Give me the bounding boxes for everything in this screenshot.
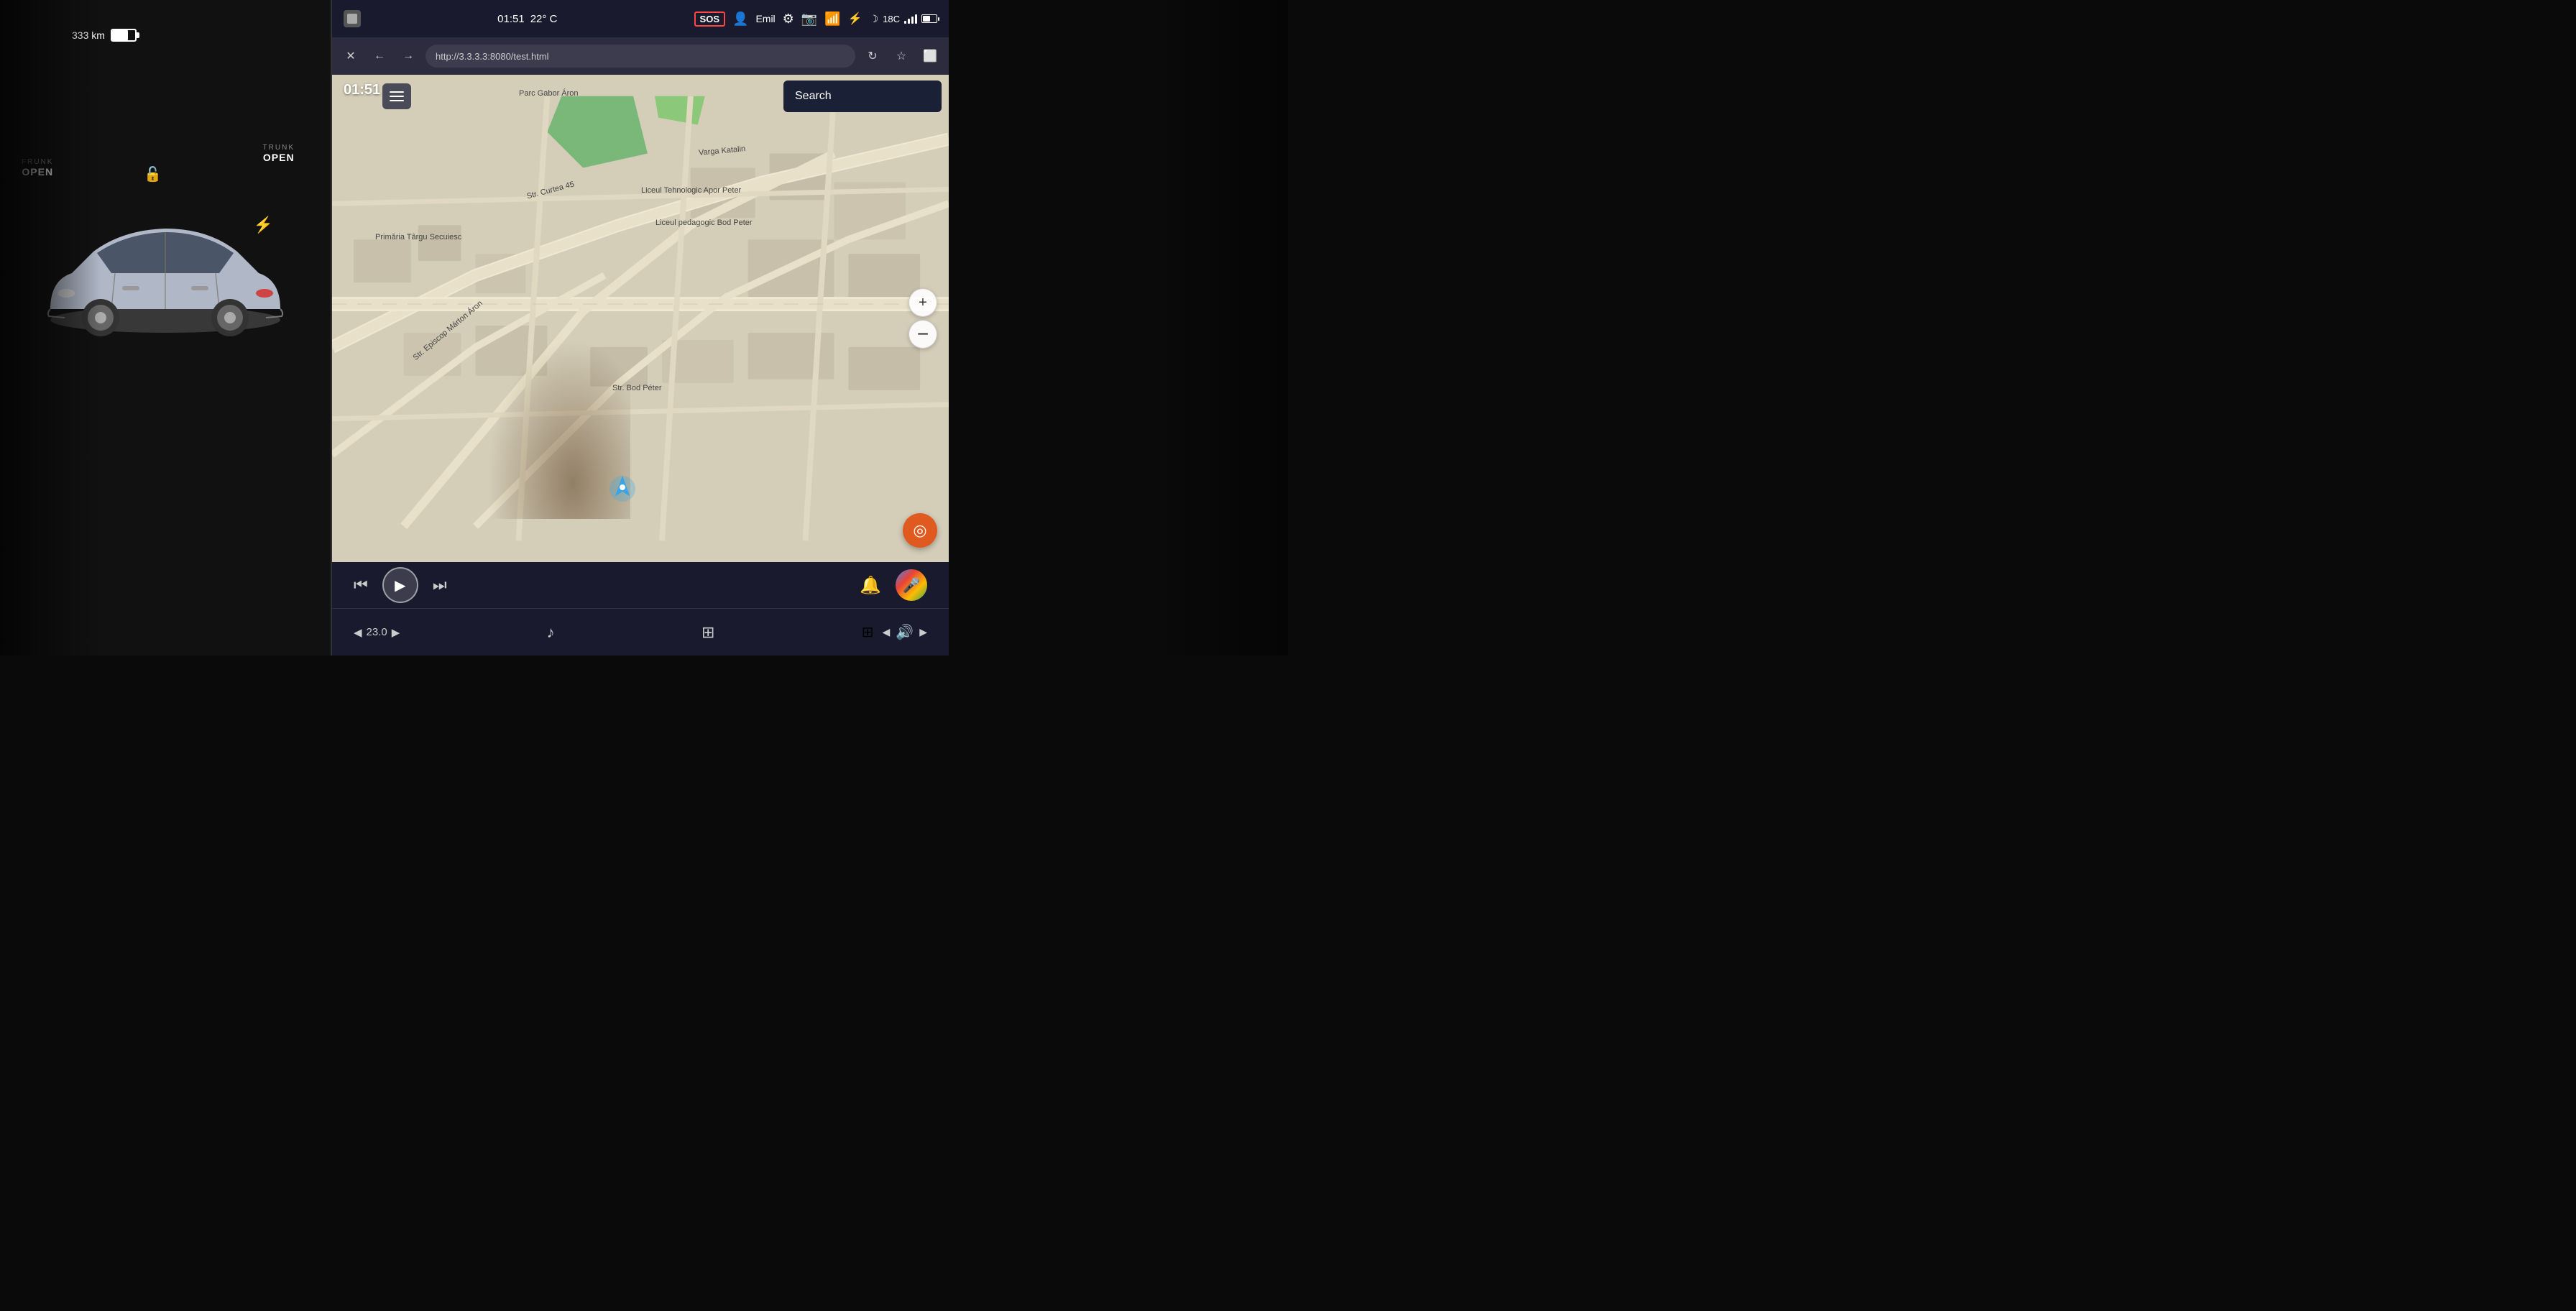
vol-right-icon: ▶: [919, 626, 927, 638]
hamburger-line-3: [390, 100, 404, 101]
frunk-label: FRUNK: [22, 158, 53, 166]
trunk-open: OPEN: [263, 152, 295, 163]
media-controls: ⏮ ▶ ⏭: [354, 567, 447, 603]
media-row: ⏮ ▶ ⏭ 🔔 🎤: [332, 562, 949, 609]
user-name: Emil: [755, 13, 775, 24]
music-note-icon: ♪: [547, 623, 555, 642]
location-button[interactable]: ◎: [903, 513, 937, 548]
temp-left-arrow[interactable]: ◀: [354, 626, 362, 639]
windshield-button[interactable]: ⊞: [702, 623, 714, 642]
street-label-bod: Str. Bod Péter: [612, 384, 661, 392]
vol-control: ◀ 🔊 ▶: [883, 623, 927, 641]
trunk-status: TRUNK OPEN: [263, 144, 295, 163]
screenshot-button[interactable]: ⬜: [919, 45, 942, 68]
camera-icon[interactable]: 📷: [801, 12, 817, 27]
play-button[interactable]: ▶: [382, 567, 418, 603]
vol-left-icon: ◀: [883, 626, 891, 638]
trunk-label: TRUNK: [263, 144, 295, 152]
map-roads-svg: [332, 75, 949, 562]
url-text: http://3.3.3.3:8080/test.html: [436, 51, 549, 62]
poi-liceul-ped: Liceul pedagogic Bod Peter: [656, 218, 753, 227]
map-search-box[interactable]: Search: [783, 80, 942, 112]
dark-overlay-right: [1144, 0, 1288, 656]
hamburger-line-1: [390, 91, 404, 93]
frunk-open: OPEN: [22, 166, 53, 178]
bluetooth-icon: ⚡: [848, 12, 862, 26]
mic-button[interactable]: 🎤: [896, 569, 927, 601]
browser-tab-icon: [344, 10, 361, 27]
temp-value-display: 23.0: [367, 626, 387, 638]
mobile-status: ☽ 18C: [870, 13, 937, 25]
statusbar-time: 01:51 22° C: [497, 13, 557, 25]
temp-right-arrow[interactable]: ▶: [392, 626, 400, 639]
battery-icon: [111, 29, 137, 42]
volume-control: ⊞ ◀ 🔊 ▶: [862, 623, 927, 641]
battery-temp: 18C: [883, 14, 900, 24]
wifi-icon: 📶: [824, 12, 840, 27]
refresh-button[interactable]: ↻: [861, 45, 884, 68]
zoom-controls: + −: [908, 288, 937, 349]
map-time: 01:51: [344, 82, 380, 98]
map-menu-button[interactable]: [382, 83, 411, 109]
temp-control: ◀ 23.0 ▶: [354, 626, 400, 639]
statusbar-left: [344, 10, 361, 27]
android-statusbar: 01:51 22° C SOS 👤 Emil ⚙ 📷 📶 ⚡ ☽ 18C: [332, 0, 949, 37]
url-bar[interactable]: http://3.3.3.3:8080/test.html: [426, 45, 855, 68]
tablet-area: 01:51 22° C SOS 👤 Emil ⚙ 📷 📶 ⚡ ☽ 18C: [331, 0, 949, 656]
search-text: Search: [795, 90, 832, 103]
lock-icon: 🔓: [144, 165, 162, 183]
signal-bars: [904, 14, 917, 24]
map-container[interactable]: 01:51 Search Str. Curtea 45 Primăria Târ…: [332, 75, 949, 562]
notification-button[interactable]: 🔔: [860, 575, 881, 596]
battery-bar: 333 km: [72, 29, 137, 42]
user-icon: 👤: [732, 12, 748, 27]
back-button[interactable]: ←: [368, 45, 391, 68]
statusbar-right: SOS 👤 Emil ⚙ 📷 📶 ⚡ ☽ 18C: [694, 12, 937, 27]
poi-primaria: Primăria Târgu Secuiesc: [375, 233, 461, 242]
windshield-icon2: ⊞: [862, 623, 874, 641]
browser-chrome: ✕ ← → http://3.3.3.3:8080/test.html ↻ ☆ …: [332, 37, 949, 75]
tesla-panel: 333 km FRUNK OPEN TRUNK OPEN 🔓: [0, 0, 331, 656]
mobile-battery: [921, 14, 937, 23]
skip-forward-button[interactable]: ⏭: [433, 576, 447, 594]
star-button[interactable]: ☆: [890, 45, 913, 68]
park-label: Parc Gabor Áron: [519, 89, 579, 98]
time-display: 01:51: [497, 13, 525, 25]
battery-range: 333 km: [72, 29, 105, 41]
forward-button[interactable]: →: [397, 45, 420, 68]
settings-row: ◀ 23.0 ▶ ♪ ⊞ ⊞ ◀ 🔊 ▶: [332, 609, 949, 656]
settings-icon[interactable]: ⚙: [783, 12, 794, 27]
zoom-out-button[interactable]: −: [908, 320, 937, 349]
app-bottom-bar: ⏮ ▶ ⏭ 🔔 🎤 ◀ 23.0 ▶ ♪ ⊞: [332, 562, 949, 656]
lightning-icon: ⚡: [254, 216, 273, 234]
temp-display: 22° C: [530, 13, 558, 25]
car-image: ⚡: [14, 187, 316, 374]
location-icon: ◎: [913, 521, 926, 540]
frunk-status: FRUNK OPEN: [22, 158, 53, 178]
right-controls: 🔔 🎤: [860, 569, 927, 601]
close-button[interactable]: ✕: [339, 45, 362, 68]
hamburger-line-2: [390, 96, 404, 97]
zoom-in-button[interactable]: +: [908, 288, 937, 317]
moon-icon: ☽: [870, 13, 879, 25]
map-background: 01:51 Search Str. Curtea 45 Primăria Târ…: [332, 75, 949, 562]
poi-liceul-teh: Liceul Tehnologic Apor Peter: [641, 186, 741, 195]
sos-badge: SOS: [694, 12, 725, 27]
navigation-marker: [610, 473, 635, 505]
skip-back-button[interactable]: ⏮: [354, 576, 368, 594]
mic-icon: 🎤: [903, 576, 921, 594]
vol-icon: 🔊: [896, 623, 914, 641]
